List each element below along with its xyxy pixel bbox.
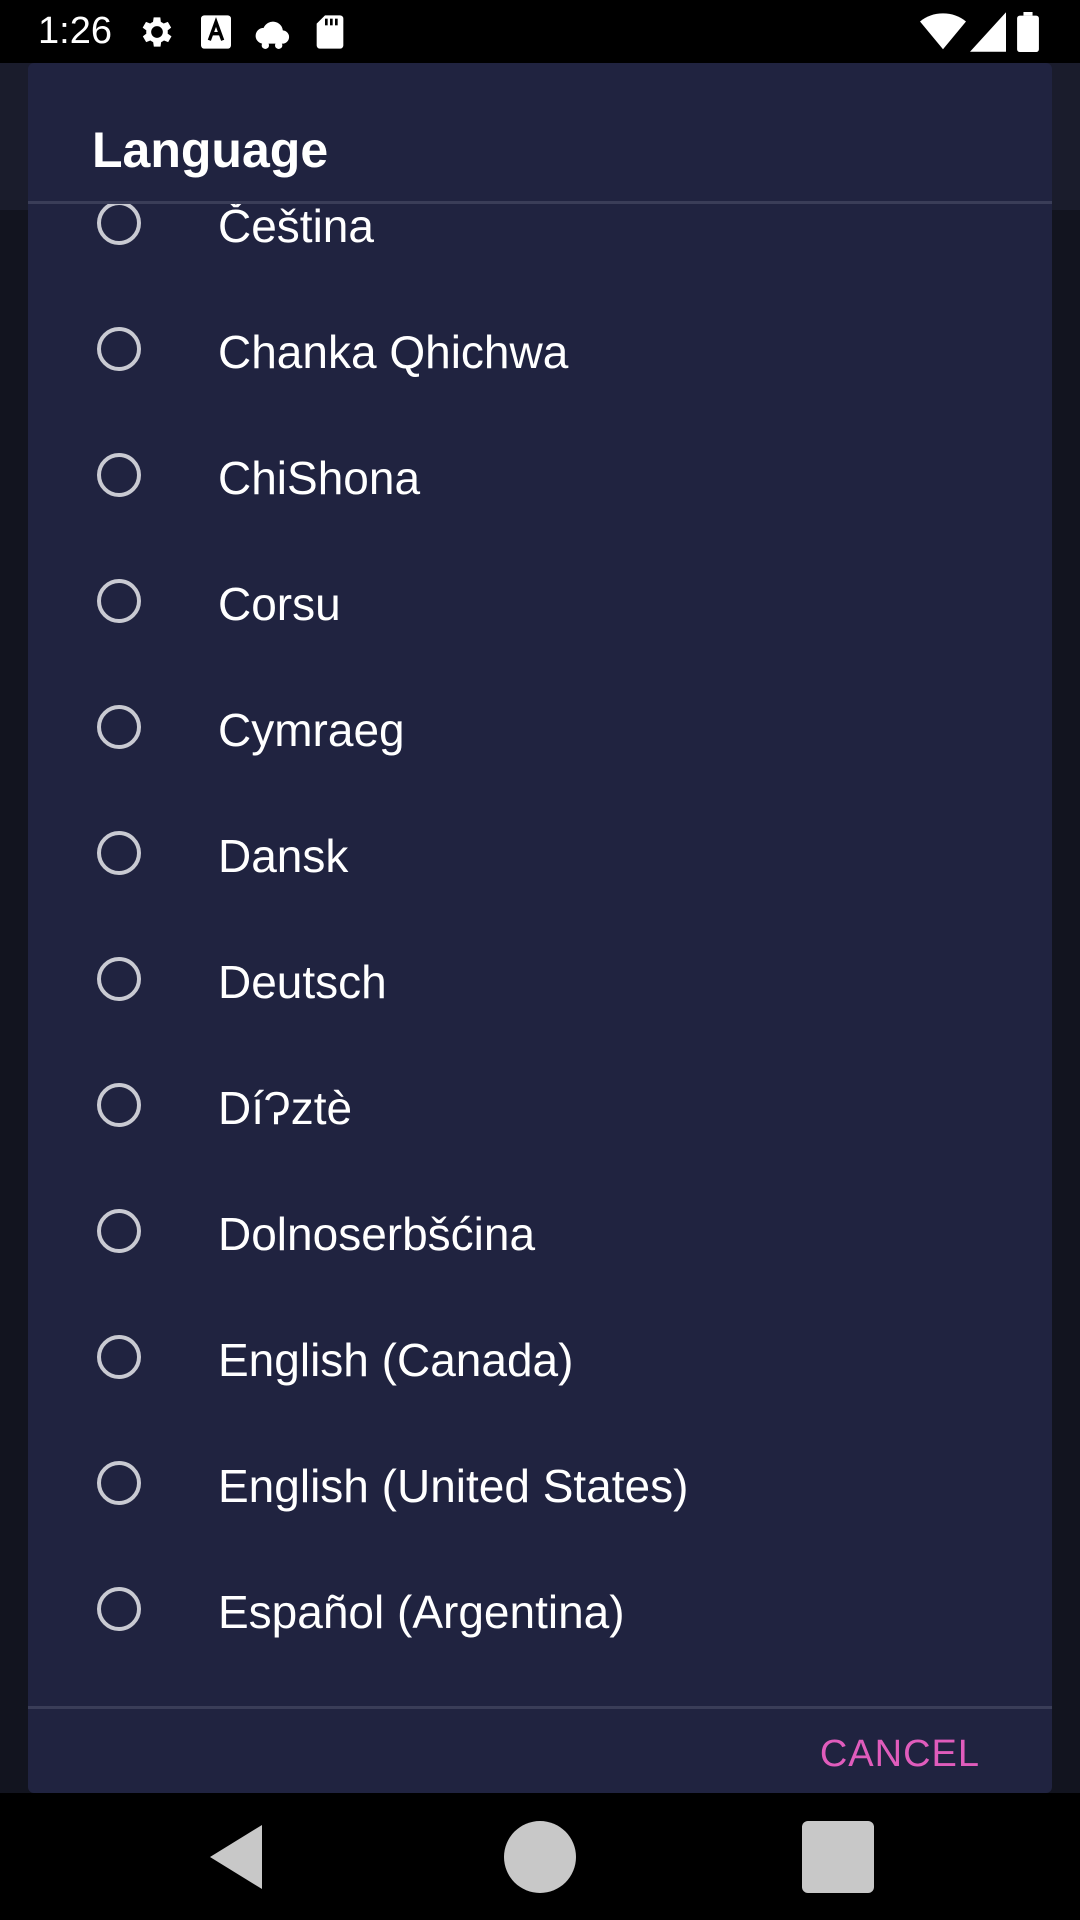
language-option[interactable]: Deutsch (28, 919, 1052, 1045)
language-option[interactable]: Corsu (28, 541, 1052, 667)
language-option[interactable]: Dansk (28, 793, 1052, 919)
recents-icon[interactable] (798, 1817, 878, 1897)
language-option-label: Cymraeg (218, 704, 405, 756)
language-list-content: Čeština Chanka Qhichwa ChiShona Corsu Cymrae… (28, 204, 1052, 1675)
language-option-label: Dolnoserbšćina (218, 1208, 536, 1260)
language-option[interactable]: Čeština (28, 204, 1052, 289)
signal-icon (970, 12, 1006, 52)
radio-button-icon[interactable] (97, 204, 141, 245)
cloud-icon (255, 21, 290, 49)
language-option[interactable]: ChiShona (28, 415, 1052, 541)
language-option[interactable]: DíɁztè (28, 1045, 1052, 1171)
language-list[interactable]: Čeština Chanka Qhichwa ChiShona Corsu Cymrae… (28, 204, 1052, 1706)
sd-card-icon (316, 15, 344, 49)
battery-icon (1017, 12, 1039, 52)
status-time: 1:26 (38, 10, 112, 52)
gear-icon (142, 17, 172, 47)
language-option[interactable]: Chanka Qhichwa (28, 289, 1052, 415)
language-option-label: ChiShona (218, 452, 421, 504)
radio-button-icon[interactable] (97, 453, 141, 497)
language-option-label: DíɁztè (218, 1082, 353, 1134)
language-option[interactable]: English (United States) (28, 1423, 1052, 1549)
back-icon[interactable] (198, 1817, 278, 1897)
radio-button-icon[interactable] (97, 705, 141, 749)
language-option[interactable]: Español (Argentina) (28, 1549, 1052, 1675)
radio-button-icon[interactable] (97, 1209, 141, 1253)
radio-button-icon[interactable] (97, 579, 141, 623)
navigation-bar (0, 1793, 1080, 1920)
language-dialog: Language Čeština Chanka Qhichwa ChiShona Co… (28, 63, 1052, 1793)
language-option[interactable]: Dolnoserbšćina (28, 1171, 1052, 1297)
radio-button-icon[interactable] (97, 1461, 141, 1505)
language-option-label: English (United States) (218, 1460, 689, 1512)
language-option[interactable]: English (Canada) (28, 1297, 1052, 1423)
language-option-label: Dansk (218, 830, 349, 882)
radio-button-icon[interactable] (97, 1083, 141, 1127)
dialog-title: Language (92, 122, 329, 178)
radio-button-icon[interactable] (97, 327, 141, 371)
radio-button-icon[interactable] (97, 957, 141, 1001)
radio-button-icon[interactable] (97, 1335, 141, 1379)
home-icon[interactable] (500, 1817, 580, 1897)
radio-button-icon[interactable] (97, 831, 141, 875)
status-bar: 1:26 (0, 0, 1080, 63)
cancel-button[interactable]: CANCEL (810, 1694, 990, 1793)
screen: 1:26 Language Čeština Chanka Qhichwa Chi… (0, 0, 1080, 1920)
radio-button-icon[interactable] (97, 1587, 141, 1631)
language-option-label: Čeština (218, 204, 374, 252)
language-option-label: Chanka Qhichwa (218, 326, 569, 378)
language-option-label: English (Canada) (218, 1334, 574, 1386)
language-option-label: Deutsch (218, 956, 387, 1008)
language-option[interactable]: Cymraeg (28, 667, 1052, 793)
language-option-label: Corsu (218, 578, 341, 630)
wifi-icon (920, 13, 966, 50)
font-icon (201, 15, 231, 49)
language-option-label: Español (Argentina) (218, 1586, 625, 1638)
